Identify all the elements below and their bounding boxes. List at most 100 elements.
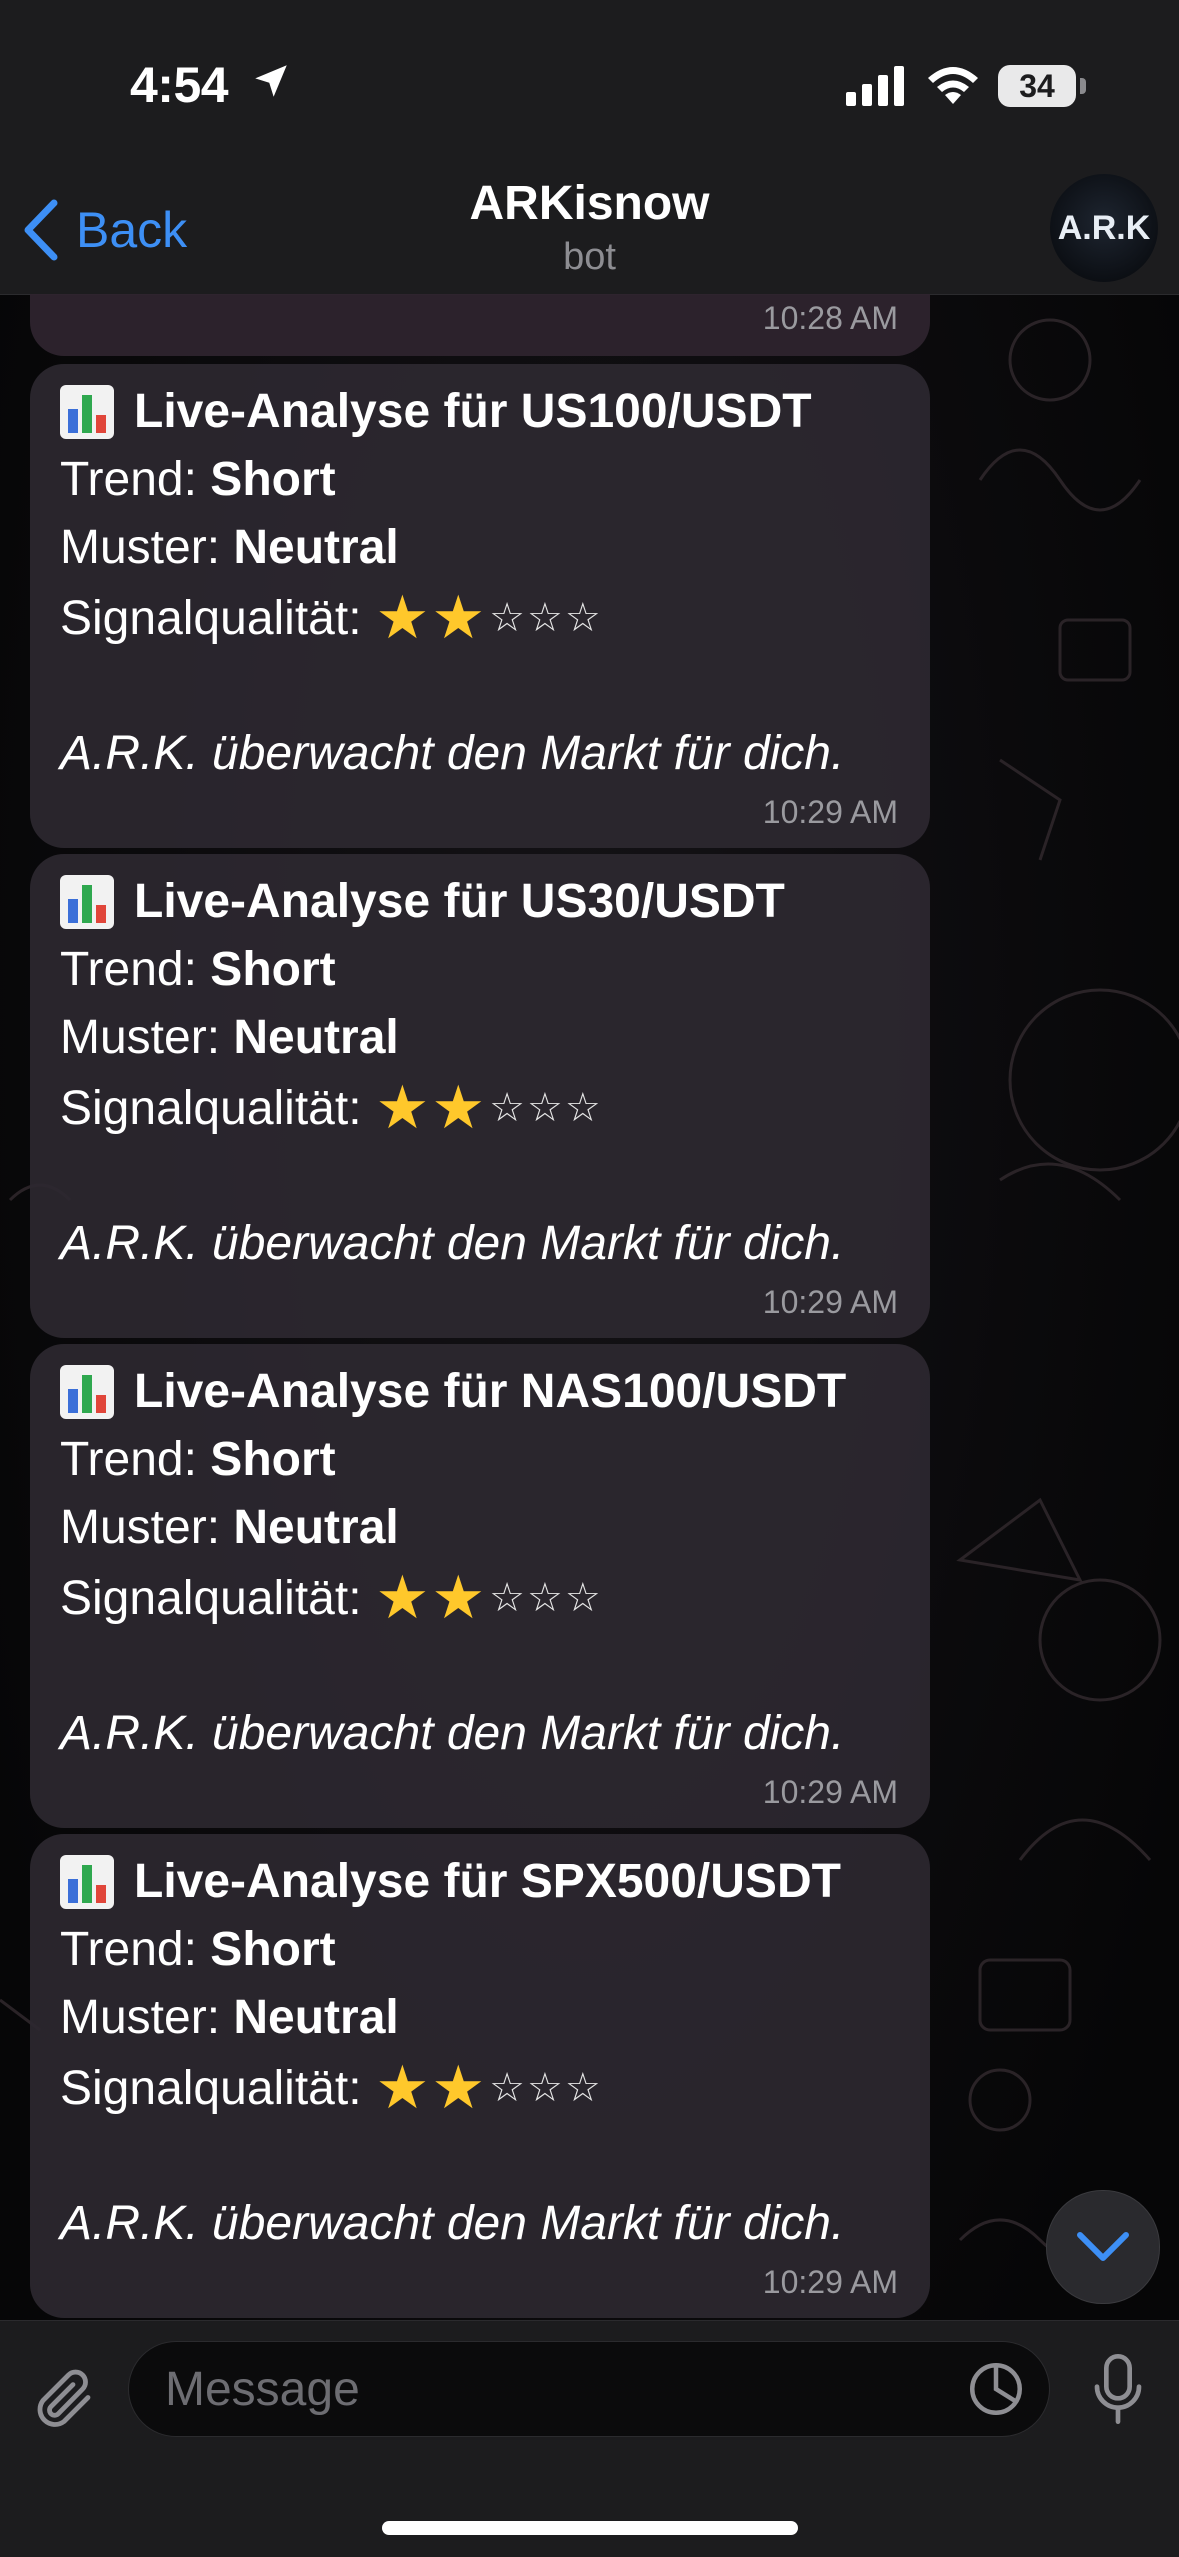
star-filled-icon: ★ xyxy=(375,1564,430,1631)
star-filled-icon: ★ xyxy=(431,584,486,651)
star-empty-icon: ☆ xyxy=(527,2066,563,2110)
quality-label: Signalqualität: xyxy=(60,1081,362,1135)
home-indicator xyxy=(382,2521,798,2535)
pattern-value: Neutral xyxy=(233,521,399,574)
pattern-label: Muster: xyxy=(60,1991,221,2044)
pattern-label: Muster: xyxy=(60,521,221,574)
trend-row: Trend: Short xyxy=(60,452,336,507)
pattern-row: Muster: Neutral xyxy=(60,1990,399,2045)
message-title-row: Live-Analyse für NAS100/USDT xyxy=(60,1364,846,1419)
message-composer xyxy=(0,2320,1179,2557)
star-rating: ★ ★ ☆ ☆ ☆ xyxy=(376,1568,601,1628)
message-time: 10:28 AM xyxy=(762,300,898,336)
message-input[interactable] xyxy=(128,2341,1050,2437)
status-time: 4:54 xyxy=(130,57,229,113)
bot-avatar[interactable]: A.R.K xyxy=(1050,174,1158,282)
star-filled-icon: ★ xyxy=(375,584,430,651)
trend-row: Trend: Short xyxy=(60,1432,336,1487)
message-bubble[interactable]: Live-Analyse für US100/USDT Trend: Short… xyxy=(30,364,930,848)
quality-label: Signalqualität: xyxy=(60,1571,362,1625)
star-empty-icon: ☆ xyxy=(564,1086,601,1130)
message-time: 10:29 AM xyxy=(762,2264,898,2300)
bar-chart-icon xyxy=(60,1364,114,1419)
message-bubble[interactable]: Live-Analyse für SPX500/USDT Trend: Shor… xyxy=(30,1834,930,2318)
trend-value: Short xyxy=(210,943,336,996)
chevron-down-icon xyxy=(1077,2232,1129,2261)
quality-label: Signalqualität: xyxy=(60,591,362,645)
location-arrow-icon xyxy=(255,65,287,97)
trend-value: Short xyxy=(210,1433,336,1486)
pattern-value: Neutral xyxy=(233,1991,399,2044)
quality-row: Signalqualität: ★ ★ ☆ ☆ ☆ xyxy=(60,588,601,648)
star-empty-icon: ☆ xyxy=(527,1086,563,1130)
bar-chart-icon xyxy=(60,384,114,439)
trend-row: Trend: Short xyxy=(60,942,336,997)
message-bubble-partial[interactable]: 10:28 AM xyxy=(30,294,930,356)
star-empty-icon: ☆ xyxy=(489,1576,525,1620)
top-bar: 4:54 34 Back ARKisnow bot A.R.K xyxy=(0,0,1179,295)
star-rating: ★ ★ ☆ ☆ ☆ xyxy=(376,588,601,648)
bar-chart-icon xyxy=(60,874,114,929)
pattern-row: Muster: Neutral xyxy=(60,1010,399,1065)
pattern-row: Muster: Neutral xyxy=(60,1500,399,1555)
star-empty-icon: ☆ xyxy=(489,596,525,640)
chat-title: ARKisnow xyxy=(469,177,710,230)
quality-row: Signalqualität: ★ ★ ☆ ☆ ☆ xyxy=(60,1568,601,1628)
pattern-label: Muster: xyxy=(60,1011,221,1064)
message-title-row: Live-Analyse für US100/USDT xyxy=(60,384,812,439)
trend-label: Trend: xyxy=(60,1923,197,1976)
trend-value: Short xyxy=(210,1923,336,1976)
battery-tip xyxy=(1080,78,1086,94)
bar-chart-icon xyxy=(60,1854,114,1909)
message-title: Live-Analyse für NAS100/USDT xyxy=(134,1365,847,1418)
star-filled-icon: ★ xyxy=(375,1074,430,1141)
star-empty-icon: ☆ xyxy=(527,1576,563,1620)
star-filled-icon: ★ xyxy=(375,2054,430,2121)
paperclip-icon[interactable] xyxy=(28,2363,100,2435)
star-filled-icon: ★ xyxy=(431,2054,486,2121)
trend-label: Trend: xyxy=(60,943,197,996)
star-empty-icon: ☆ xyxy=(489,1086,525,1130)
message-footer: A.R.K. überwacht den Markt für dich. xyxy=(60,1707,845,1760)
quality-row: Signalqualität: ★ ★ ☆ ☆ ☆ xyxy=(60,1078,601,1138)
message-footer: A.R.K. überwacht den Markt für dich. xyxy=(60,2197,845,2250)
sticker-icon[interactable] xyxy=(966,2359,1026,2419)
star-empty-icon: ☆ xyxy=(564,596,601,640)
trend-value: Short xyxy=(210,453,336,506)
trend-label: Trend: xyxy=(60,453,197,506)
trend-row: Trend: Short xyxy=(60,1922,336,1977)
star-empty-icon: ☆ xyxy=(527,596,563,640)
star-rating: ★ ★ ☆ ☆ ☆ xyxy=(376,2058,601,2118)
message-footer: A.R.K. überwacht den Markt für dich. xyxy=(60,1217,845,1270)
battery-indicator: 34 xyxy=(998,65,1076,107)
cellular-signal-icon xyxy=(846,66,904,106)
message-time: 10:29 AM xyxy=(762,1284,898,1320)
message-title: Live-Analyse für US100/USDT xyxy=(134,385,812,438)
pattern-value: Neutral xyxy=(233,1011,399,1064)
quality-row: Signalqualität: ★ ★ ☆ ☆ ☆ xyxy=(60,2058,601,2118)
message-title: Live-Analyse für SPX500/USDT xyxy=(134,1855,841,1908)
quality-label: Signalqualität: xyxy=(60,2061,362,2115)
star-filled-icon: ★ xyxy=(431,1074,486,1141)
star-filled-icon: ★ xyxy=(431,1564,486,1631)
star-empty-icon: ☆ xyxy=(564,1576,601,1620)
wifi-icon xyxy=(928,67,978,104)
chat-subtitle: bot xyxy=(563,236,616,278)
message-title-row: Live-Analyse für US30/USDT xyxy=(60,874,785,929)
pattern-value: Neutral xyxy=(233,1501,399,1554)
message-bubble[interactable]: Live-Analyse für US30/USDT Trend: Short … xyxy=(30,854,930,1338)
message-time: 10:29 AM xyxy=(762,794,898,830)
star-rating: ★ ★ ☆ ☆ ☆ xyxy=(376,1078,601,1138)
message-bubble[interactable]: Live-Analyse für NAS100/USDT Trend: Shor… xyxy=(30,1344,930,1828)
star-empty-icon: ☆ xyxy=(489,2066,525,2110)
star-empty-icon: ☆ xyxy=(564,2066,601,2110)
pattern-label: Muster: xyxy=(60,1501,221,1554)
message-title: Live-Analyse für US30/USDT xyxy=(134,875,785,928)
pattern-row: Muster: Neutral xyxy=(60,520,399,575)
message-time: 10:29 AM xyxy=(762,1774,898,1810)
message-title-row: Live-Analyse für SPX500/USDT xyxy=(60,1854,841,1909)
scroll-to-bottom-button[interactable] xyxy=(1046,2190,1160,2304)
trend-label: Trend: xyxy=(60,1433,197,1486)
microphone-icon[interactable] xyxy=(1090,2351,1146,2427)
message-footer: A.R.K. überwacht den Markt für dich. xyxy=(60,727,845,780)
